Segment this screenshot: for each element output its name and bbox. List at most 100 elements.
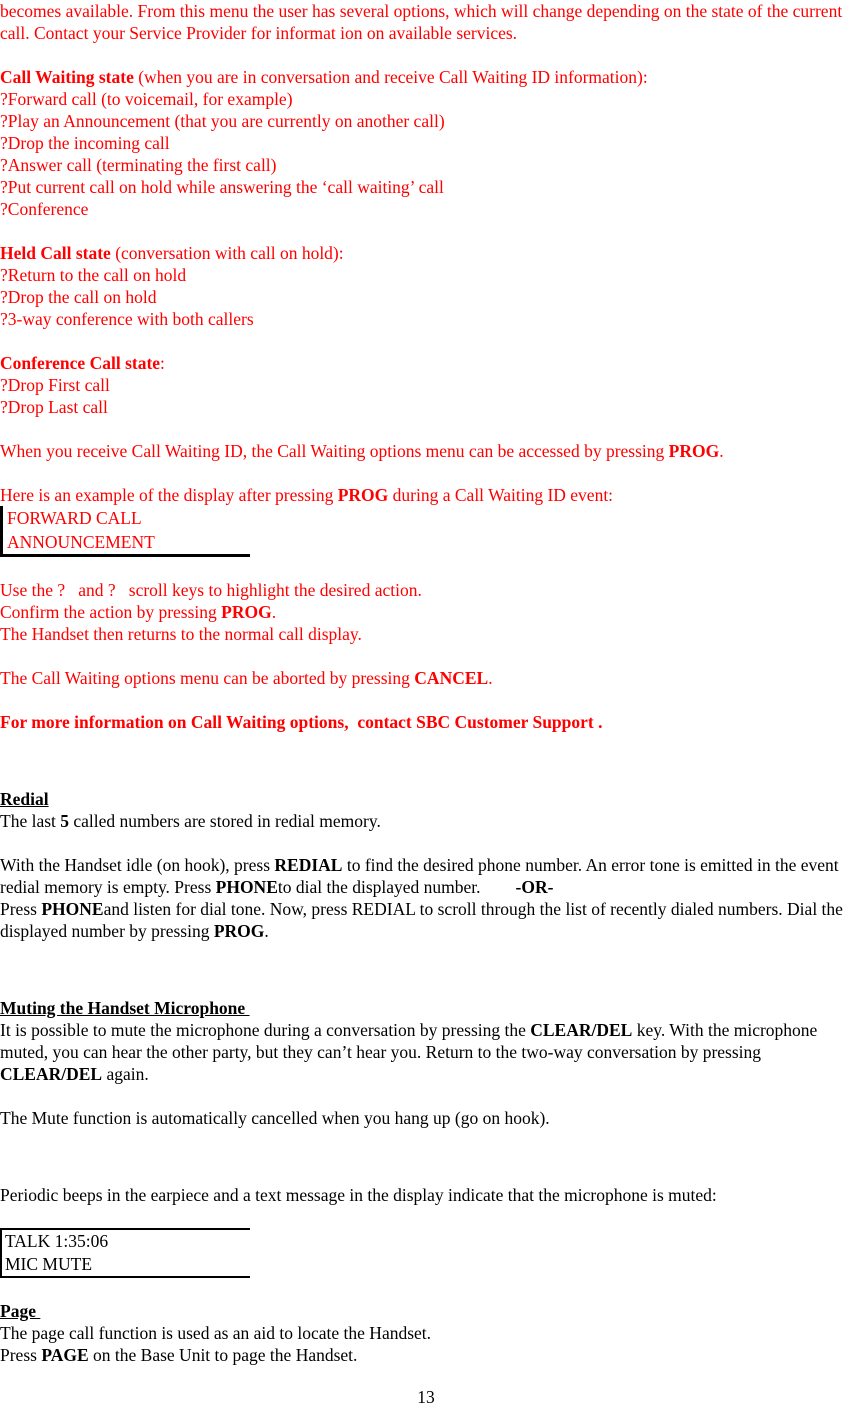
call-waiting-bullet-3: ?Answer call (terminating the first call… bbox=[0, 154, 852, 176]
muting-body-paragraph: It is possible to mute the microphone du… bbox=[0, 1019, 852, 1085]
call-waiting-item-label: Put current call on hold while answering… bbox=[7, 177, 444, 197]
muting-body-seg-3: again. bbox=[102, 1064, 149, 1084]
confirm-text-after: . bbox=[271, 602, 277, 622]
muting-body-seg-1: It is possible to mute the microphone du… bbox=[0, 1020, 531, 1040]
conference-call-bullet-0: ?Drop First call bbox=[0, 374, 852, 396]
lcd-line-1: FORWARD CALL bbox=[7, 508, 142, 528]
page-number: 13 bbox=[417, 1387, 435, 1407]
more-info-line: For more information on Call Waiting opt… bbox=[0, 712, 603, 732]
periodic-beeps-line: Periodic beeps in the earpiece and a tex… bbox=[0, 1185, 717, 1205]
redial-intro-before: The last bbox=[0, 811, 61, 831]
or-separator-label: -OR- bbox=[515, 877, 554, 897]
bullet-glyph-icon: ? bbox=[0, 309, 8, 329]
held-call-bullet-0: ?Return to the call on hold bbox=[0, 264, 852, 286]
muting-heading: Muting the Handset Microphone bbox=[0, 998, 250, 1018]
call-waiting-bullet-0: ?Forward call (to voicemail, for example… bbox=[0, 88, 852, 110]
redial-heading-line: Redial bbox=[0, 788, 852, 810]
call-waiting-item-label: Forward call (to voicemail, for example) bbox=[7, 89, 293, 109]
example-intro-text-after: during a Call Waiting ID event: bbox=[388, 485, 614, 505]
redial-body-seg-6: . bbox=[264, 921, 269, 941]
call-waiting-bullet-4: ?Put current call on hold while answerin… bbox=[0, 176, 852, 198]
page-press-text-before: Press bbox=[0, 1345, 42, 1365]
clear-del-key-label: CLEAR/DEL bbox=[0, 1064, 103, 1084]
held-call-state-heading-suffix: (conversation with call on hold): bbox=[110, 243, 344, 263]
scroll-instruction-line-3: The Handset then returns to the normal c… bbox=[0, 624, 362, 644]
call-waiting-bullet-2: ?Drop the incoming call bbox=[0, 132, 852, 154]
lcd-display-mic-mute: TALK 1:35:06 MIC MUTE bbox=[0, 1228, 250, 1278]
scroll-instruction-line-2: Confirm the action by pressing PROG. bbox=[0, 601, 852, 623]
redial-body-seg-5: and listen for dial tone. Now, press RED… bbox=[0, 899, 843, 941]
redial-intro-line: The last 5 called numbers are stored in … bbox=[0, 810, 852, 832]
held-call-state-heading-line: Held Call state (conversation with call … bbox=[0, 242, 852, 264]
held-call-item-label: Return to the call on hold bbox=[7, 265, 187, 285]
prog-key-label: PROG bbox=[668, 441, 720, 461]
phone-key-label: PHONE bbox=[41, 899, 104, 919]
call-waiting-item-label: Conference bbox=[7, 199, 89, 219]
call-waiting-item-label: Drop the incoming call bbox=[7, 133, 170, 153]
lcd-display-forward-call: FORWARD CALL ANNOUNCEMENT bbox=[0, 506, 250, 557]
bullet-glyph-icon: ? bbox=[0, 177, 8, 197]
bullet-glyph-icon: ? bbox=[0, 133, 8, 153]
call-waiting-state-heading-line: Call Waiting state (when you are in conv… bbox=[0, 66, 852, 88]
bullet-glyph-icon: ? bbox=[0, 397, 8, 417]
prog-key-label: PROG bbox=[213, 921, 265, 941]
document-page: becomes available. From this menu the us… bbox=[0, 0, 852, 1416]
page-section-heading-line: Page bbox=[0, 1300, 852, 1322]
clear-del-key-label: CLEAR/DEL bbox=[530, 1020, 633, 1040]
conference-call-bullet-1: ?Drop Last call bbox=[0, 396, 852, 418]
page-key-label: PAGE bbox=[41, 1345, 89, 1365]
prog-key-label: PROG bbox=[221, 602, 272, 622]
call-waiting-item-label: Answer call (terminating the first call) bbox=[7, 155, 277, 175]
page-section-line-2: Press PAGE on the Base Unit to page the … bbox=[0, 1344, 852, 1366]
bullet-glyph-icon: ? bbox=[0, 89, 8, 109]
example-intro-line: Here is an example of the display after … bbox=[0, 484, 852, 506]
page-press-text-after: on the Base Unit to page the Handset. bbox=[88, 1345, 358, 1365]
bullet-glyph-icon: ? bbox=[0, 375, 8, 395]
abort-text-after: . bbox=[488, 668, 493, 688]
held-call-item-label: Drop the call on hold bbox=[7, 287, 157, 307]
prog-access-line: When you receive Call Waiting ID, the Ca… bbox=[0, 440, 852, 462]
scroll-instruction-line-1: Use the ? and ? scroll keys to highlight… bbox=[0, 580, 422, 600]
redial-body-paragraph: With the Handset idle (on hook), press R… bbox=[0, 854, 852, 898]
conference-call-state-heading: Conference Call state bbox=[0, 353, 161, 373]
muting-heading-line: Muting the Handset Microphone bbox=[0, 997, 852, 1019]
redial-count-value: 5 bbox=[60, 811, 70, 831]
cancel-key-label: CANCEL bbox=[414, 668, 489, 688]
prog-key-label: PROG bbox=[337, 485, 389, 505]
confirm-text-before: Confirm the action by pressing bbox=[0, 602, 222, 622]
example-intro-text-before: Here is an example of the display after … bbox=[0, 485, 338, 505]
call-waiting-bullet-1: ?Play an Announcement (that you are curr… bbox=[0, 110, 852, 132]
page-section-line-1: The page call function is used as an aid… bbox=[0, 1323, 432, 1343]
page-section-heading: Page bbox=[0, 1301, 41, 1321]
bullet-glyph-icon: ? bbox=[0, 199, 8, 219]
call-waiting-state-heading-suffix: (when you are in conversation and receiv… bbox=[133, 67, 648, 87]
bullet-glyph-icon: ? bbox=[0, 287, 8, 307]
redial-body-seg-3: to dial the displayed number. bbox=[277, 877, 516, 897]
lcd-line-1: TALK 1:35:06 bbox=[5, 1231, 109, 1251]
redial-intro-after: called numbers are stored in redial memo… bbox=[69, 811, 381, 831]
conference-call-item-label: Drop Last call bbox=[7, 397, 108, 417]
conference-call-state-heading-line: Conference Call state: bbox=[0, 352, 852, 374]
prog-access-text-before: When you receive Call Waiting ID, the Ca… bbox=[0, 441, 669, 461]
redial-body-seg-4: Press bbox=[0, 899, 42, 919]
redial-heading: Redial bbox=[0, 789, 49, 809]
lcd-line-2: MIC MUTE bbox=[5, 1254, 93, 1274]
redial-body-seg-1: With the Handset idle (on hook), press bbox=[0, 855, 275, 875]
